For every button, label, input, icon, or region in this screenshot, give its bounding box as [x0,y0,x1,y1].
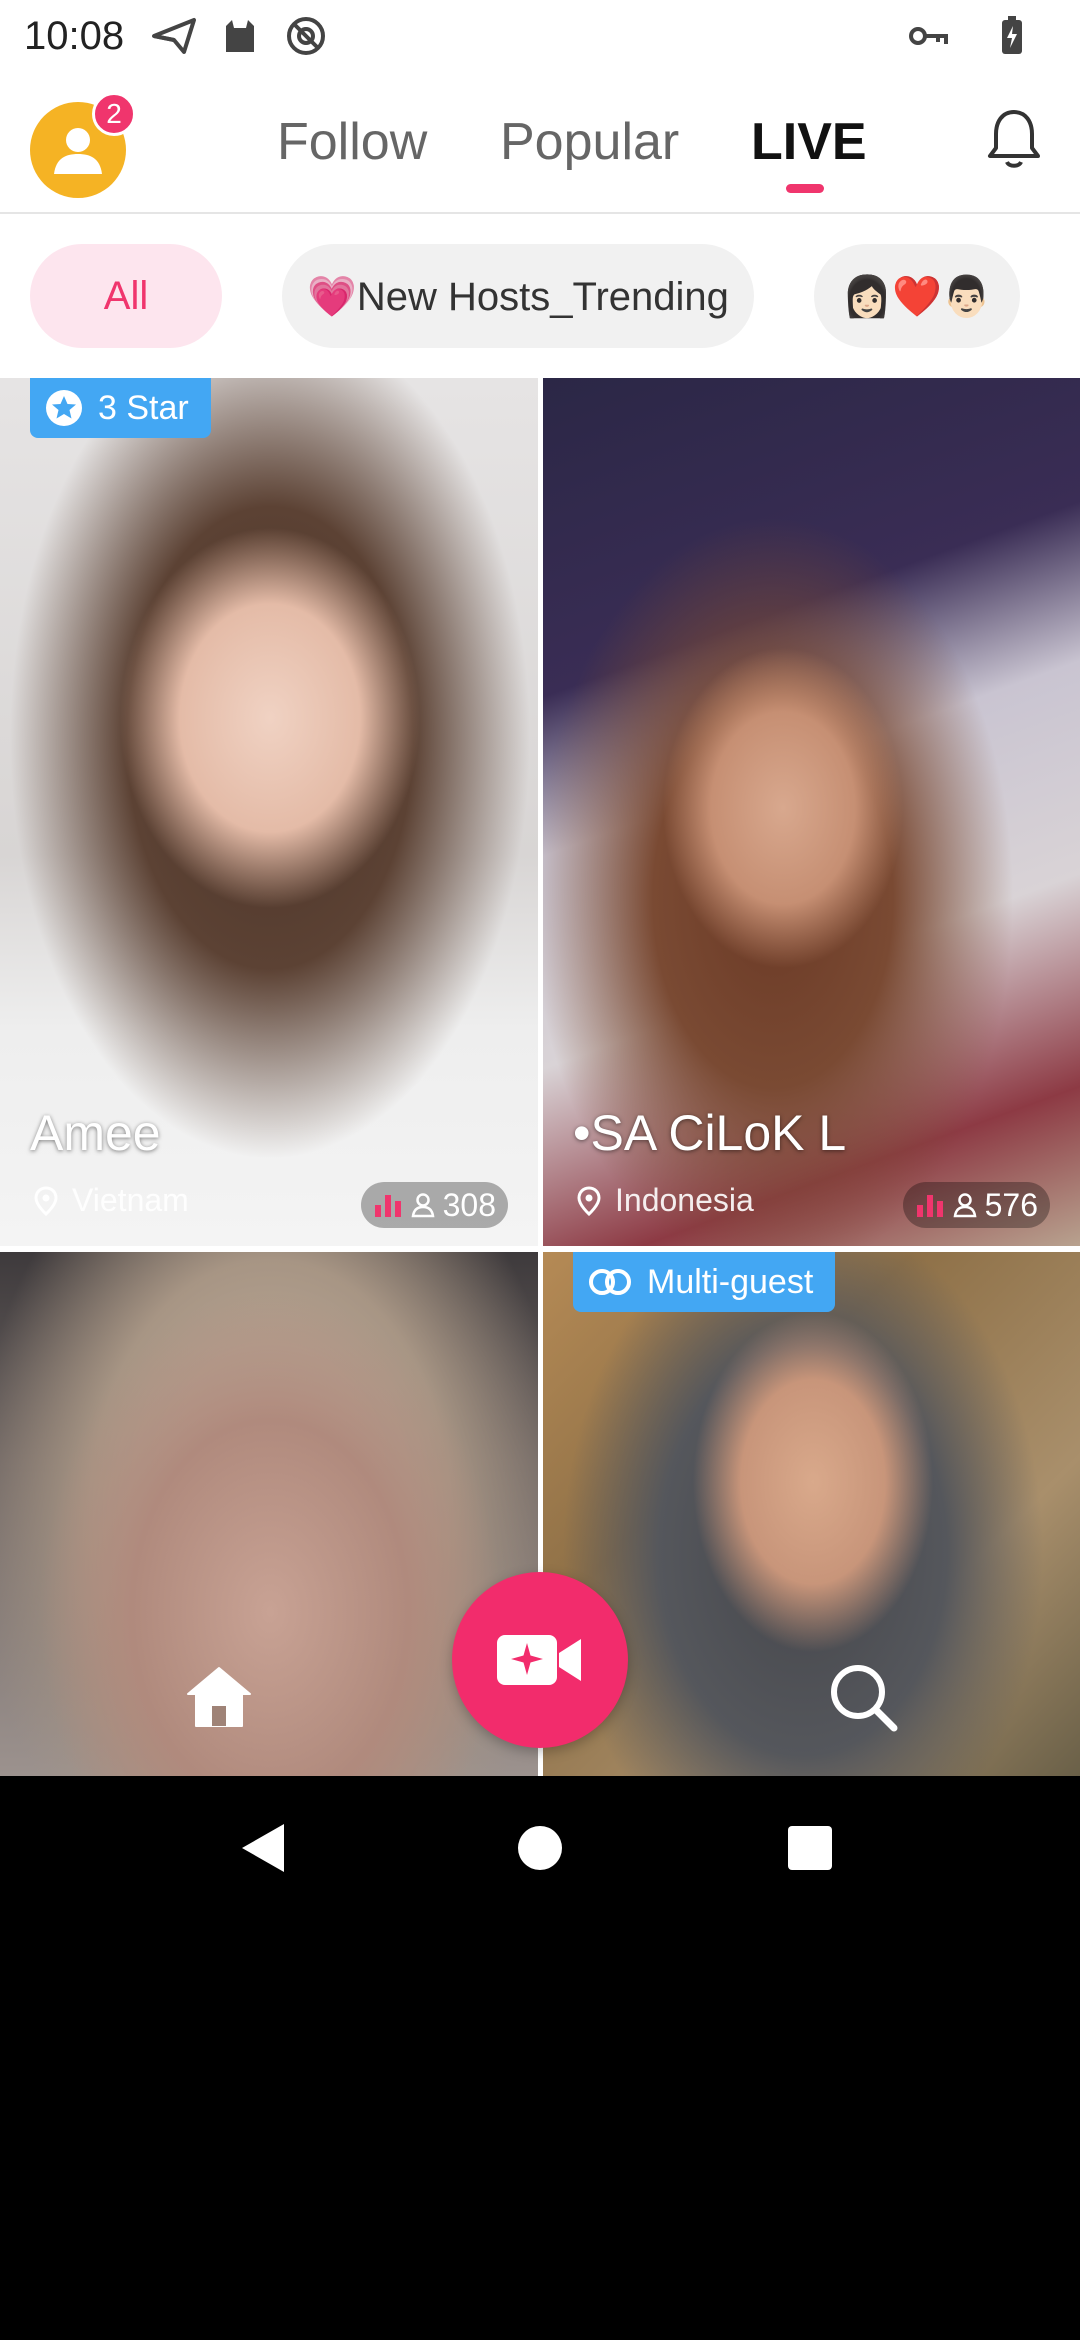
tab-live[interactable]: LIVE [751,112,867,172]
viewer-icon [411,1193,435,1218]
chip-couples[interactable]: 👩🏻❤️👨🏻 [814,244,1020,348]
tag-label: 3 Star [98,388,189,427]
star-icon [46,390,82,426]
live-bars-icon [374,1195,401,1217]
location-label: Indonesia [615,1182,754,1218]
live-stream-grid: 3 Star Amee Vietnam 308 •SA CiLoK L Indo… [0,378,1080,1776]
host-location: Indonesia [577,1182,754,1219]
chip-new-hosts-trending[interactable]: 💗New Hosts_Trending [282,244,754,348]
location-pin-icon [577,1185,601,1216]
stream-card[interactable]: 3 Star Amee Vietnam 308 [0,378,538,1246]
top-nav: 2 Follow Popular LIVE [0,72,1080,214]
status-bar: 10:08 [0,0,1080,72]
live-bars-icon [916,1195,943,1217]
cat-icon [218,14,262,58]
stream-card[interactable]: •SA CiLoK L Indonesia 576 [543,378,1080,1246]
system-navigation-bar [0,1776,1080,1920]
viewer-icon [953,1193,977,1218]
stream-card[interactable]: Multi-guest [543,1252,1080,1776]
tab-follow[interactable]: Follow [277,112,427,172]
location-label: Vietnam [72,1182,189,1218]
host-name: Amee [30,1105,161,1161]
viewer-count: 308 [360,1182,508,1228]
active-tab-indicator [786,184,824,193]
battery-charging-icon [990,14,1034,58]
status-time: 10:08 [24,13,125,58]
stream-card[interactable] [0,1252,538,1776]
stream-thumbnail [543,1252,1080,1776]
viewer-count: 576 [902,1182,1050,1228]
tag-badge: Multi-guest [573,1252,836,1312]
link-icon [589,1269,631,1295]
home-icon[interactable] [184,1664,254,1730]
recents-icon[interactable] [788,1826,832,1870]
at-sign-icon [284,14,328,58]
stream-thumbnail [0,1252,538,1776]
host-name: •SA CiLoK L [573,1105,847,1161]
chip-all[interactable]: All [30,244,222,348]
go-live-button[interactable] [452,1572,628,1748]
tab-popular[interactable]: Popular [500,112,679,172]
host-location: Vietnam [34,1182,189,1219]
tag-label: Multi-guest [647,1262,814,1301]
back-icon[interactable] [240,1822,286,1874]
location-pin-icon [34,1185,58,1216]
notification-badge: 2 [92,92,136,136]
viewer-count-value: 308 [442,1186,496,1223]
viewer-count-value: 576 [984,1186,1038,1223]
vpn-key-icon [906,14,950,58]
tag-badge: 3 Star [30,378,211,438]
filter-chips: All 💗New Hosts_Trending 👩🏻❤️👨🏻 [0,214,1080,378]
go-live-icon [497,1635,581,1685]
search-icon[interactable] [826,1660,900,1734]
send-icon [152,14,197,58]
bell-icon[interactable] [984,106,1044,170]
home-circle-icon[interactable] [518,1826,562,1870]
